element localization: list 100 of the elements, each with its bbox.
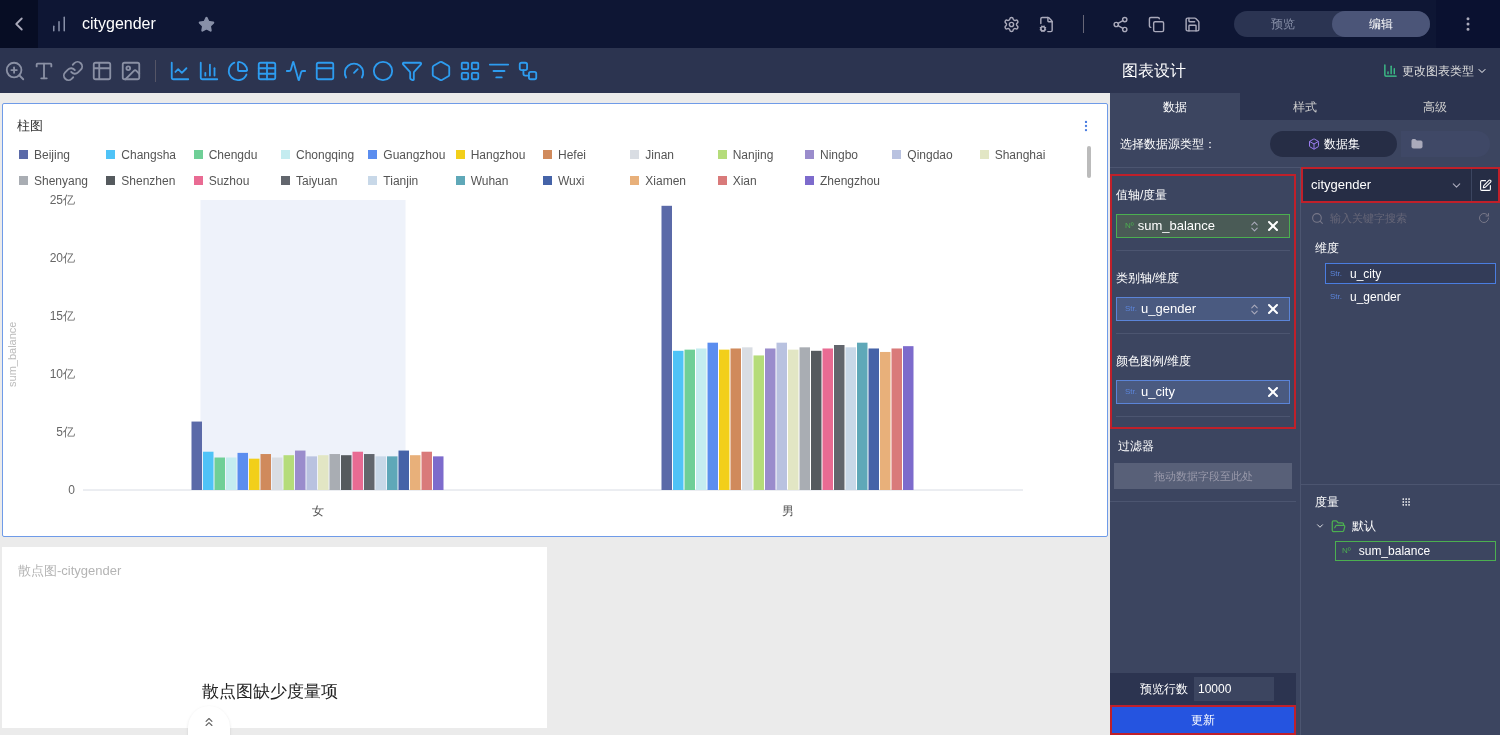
- y-axis-title: sum_balance: [5, 321, 20, 388]
- table-icon[interactable]: [91, 59, 113, 82]
- dataset-select[interactable]: citygender: [1303, 169, 1471, 201]
- legend-label[interactable]: Taiyuan: [296, 171, 338, 190]
- legend-label[interactable]: Beijing: [34, 145, 71, 164]
- copy-icon[interactable]: [1148, 15, 1165, 33]
- legend-label[interactable]: Chongqing: [296, 145, 355, 164]
- pie-chart-icon[interactable]: [227, 59, 249, 82]
- legend-label[interactable]: Tianjin: [383, 171, 419, 190]
- funnel-icon[interactable]: [401, 59, 423, 82]
- report-title: citygender: [82, 14, 156, 34]
- y-tick-label: 5亿: [56, 424, 75, 439]
- type-tag: Str.: [1125, 303, 1137, 315]
- share-icon[interactable]: [1112, 15, 1129, 33]
- link-icon[interactable]: [62, 59, 84, 82]
- dimension-item[interactable]: Str. u_gender: [1325, 286, 1496, 307]
- dimension-item[interactable]: Str. u_city: [1325, 263, 1496, 284]
- legend-label[interactable]: Shenyang: [34, 171, 89, 190]
- sort-icon[interactable]: [1248, 302, 1261, 316]
- field-name: u_city: [1141, 383, 1176, 402]
- bar[interactable]: [834, 344, 845, 490]
- field-chip[interactable]: Str. u_city: [1116, 380, 1290, 404]
- dataset-option[interactable]: 数据集: [1270, 130, 1397, 157]
- edit-button[interactable]: [1472, 169, 1498, 201]
- y-tick-label: 10亿: [49, 366, 75, 381]
- source-label: 选择数据源类型：: [1120, 135, 1217, 153]
- bar-chart-icon: [1383, 63, 1398, 78]
- image-icon[interactable]: [120, 59, 142, 82]
- field-chip[interactable]: Str. u_gender: [1116, 297, 1290, 321]
- save-icon[interactable]: [1184, 15, 1201, 33]
- grip-icon[interactable]: [1401, 497, 1411, 507]
- grid-icon[interactable]: [256, 59, 278, 82]
- legend-label[interactable]: Jinan: [645, 145, 674, 164]
- bar[interactable]: [364, 453, 375, 490]
- zoom-icon[interactable]: [4, 59, 26, 82]
- close-icon[interactable]: [1265, 384, 1281, 400]
- legend-label[interactable]: Ningbo: [820, 145, 859, 164]
- slot-label: 颜色图例/维度: [1116, 353, 1193, 370]
- measure-item[interactable]: Nº sum_balance: [1335, 541, 1496, 561]
- bar[interactable]: [868, 348, 879, 490]
- close-icon[interactable]: [1265, 218, 1281, 234]
- type-tag: Str.: [1125, 386, 1137, 398]
- slot-label: 值轴/度量: [1116, 187, 1169, 204]
- layout-icon[interactable]: [459, 59, 481, 82]
- mode-tab[interactable]: 预览: [1234, 11, 1332, 37]
- tree-folder[interactable]: 默认: [1315, 517, 1500, 535]
- collapse-button[interactable]: [188, 706, 230, 735]
- legend-label[interactable]: Hangzhou: [470, 145, 526, 164]
- folder-option[interactable]: [1400, 130, 1490, 157]
- legend-label[interactable]: Guangzhou: [383, 145, 446, 164]
- y-tick-label: 25亿: [49, 192, 75, 207]
- flow-icon[interactable]: [517, 59, 539, 82]
- refresh-icon[interactable]: [1478, 212, 1490, 224]
- legend-label[interactable]: Hefei: [558, 145, 586, 164]
- bar-chart-icon[interactable]: [198, 59, 220, 82]
- legend-label[interactable]: Chengdu: [208, 145, 258, 164]
- panel-icon[interactable]: [314, 59, 336, 82]
- legend-label[interactable]: Shanghai: [994, 145, 1046, 164]
- bar[interactable]: [811, 350, 822, 490]
- field-chip[interactable]: Nº sum_balance: [1116, 214, 1290, 238]
- search-icon: [1311, 211, 1324, 225]
- line-chart-icon[interactable]: [169, 59, 191, 82]
- legend-label[interactable]: Suzhou: [208, 171, 250, 190]
- preview-rows-label: 预览行数: [1140, 681, 1188, 698]
- legend-label[interactable]: Wuxi: [558, 171, 585, 190]
- card-title: 散点图-citygender: [18, 562, 123, 580]
- y-tick-label: 0: [68, 482, 75, 497]
- star-icon[interactable]: [197, 15, 215, 33]
- back-button[interactable]: [0, 0, 38, 48]
- legend-label[interactable]: Changsha: [121, 145, 177, 164]
- bar[interactable]: [661, 205, 672, 490]
- bar[interactable]: [433, 455, 444, 490]
- sort-icon[interactable]: [1248, 219, 1261, 233]
- bar[interactable]: [237, 452, 248, 490]
- legend-label[interactable]: Qingdao: [907, 145, 953, 164]
- legend-label[interactable]: Shenzhen: [121, 171, 176, 190]
- bar[interactable]: [341, 454, 352, 490]
- panel-tab[interactable]: 数据: [1110, 93, 1240, 120]
- legend-label[interactable]: Xian: [732, 171, 757, 190]
- x-tick-label: 男: [782, 503, 794, 518]
- panel-tab[interactable]: 样式: [1240, 93, 1370, 120]
- settings-icon[interactable]: [1003, 15, 1020, 33]
- close-icon[interactable]: [1265, 301, 1281, 317]
- legend-label[interactable]: Xiamen: [645, 171, 686, 190]
- chart-title: 柱图: [17, 117, 44, 135]
- legend-label[interactable]: Zhengzhou: [820, 171, 881, 190]
- bar[interactable]: [398, 450, 409, 490]
- change-type-link[interactable]: 更改图表类型: [1402, 61, 1474, 80]
- empty-message: 散点图缺少度量项: [202, 680, 339, 703]
- preview-rows-field[interactable]: 10000: [1194, 677, 1274, 701]
- mode-tab[interactable]: 编辑: [1332, 11, 1430, 37]
- update-button[interactable]: 更新: [1110, 705, 1296, 735]
- scrollbar: [1087, 146, 1091, 178]
- legend-label[interactable]: Wuhan: [470, 171, 509, 190]
- panel-title: 图表设计: [1122, 60, 1187, 81]
- panel-tab[interactable]: 高级: [1370, 93, 1500, 120]
- legend-label[interactable]: Nanjing: [732, 145, 774, 164]
- file-gear-icon[interactable]: [1038, 15, 1055, 33]
- folder-icon: [1331, 518, 1346, 534]
- bar[interactable]: [191, 421, 202, 490]
